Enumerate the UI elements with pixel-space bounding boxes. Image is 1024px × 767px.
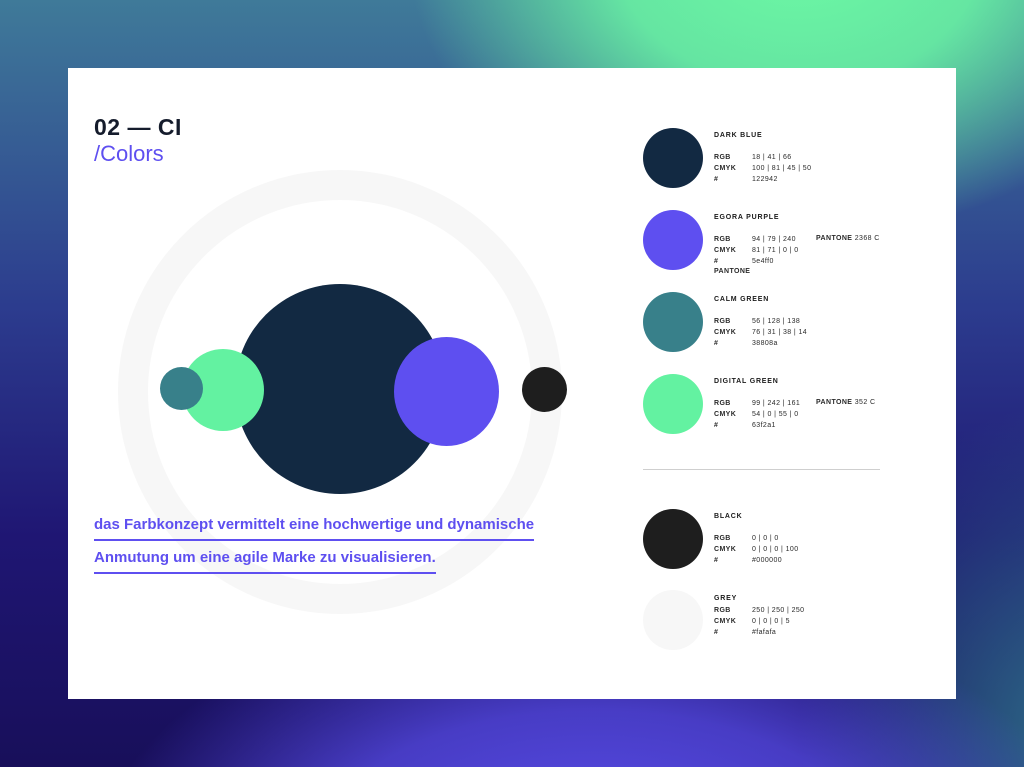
hex-label: # <box>714 258 719 265</box>
cmyk-label: CMYK <box>714 411 737 418</box>
cmyk-label: CMYK <box>714 546 737 553</box>
cmyk-value: 100 | 81 | 45 | 50 <box>752 165 812 172</box>
hex-value: #000000 <box>752 557 783 564</box>
black-planet <box>522 367 567 412</box>
palette-divider <box>643 469 880 470</box>
cmyk-value: 76 | 31 | 38 | 14 <box>752 329 808 336</box>
hex-value: #fafafa <box>752 629 777 636</box>
tagline-line-1: das Farbkonzept vermittelt eine hochwert… <box>94 516 535 541</box>
calm-green-planet <box>160 367 203 410</box>
pantone-label: PANTONE <box>816 235 853 242</box>
color-name: GREY <box>714 595 738 602</box>
cmyk-label: CMYK <box>714 329 737 336</box>
hex-value: 38808a <box>752 340 778 347</box>
cmyk-value: 81 | 71 | 0 | 0 <box>752 247 799 254</box>
hex-label: # <box>714 629 719 636</box>
swatch-dark-blue <box>643 128 703 188</box>
entry-dark-blue: DARK BLUE RGB 18 | 41 | 66 CMYK 100 | 81 |… <box>714 132 914 192</box>
entry-digital-green: DIGITAL GREEN RGB 99 | 242 | 161 PANTONE … <box>714 378 914 438</box>
swatch-black <box>643 509 703 569</box>
rgb-label: RGB <box>714 535 731 542</box>
entry-egora-purple: EGORA PURPLE RGB 94 | 79 | 240 PANTONE 23… <box>714 214 914 280</box>
tagline-line-2: Anmutung um eine agile Marke zu visualis… <box>94 549 436 574</box>
entry-grey: GREY RGB 250 | 250 | 250 CMYK 0 | 0 | 0 | … <box>714 595 914 655</box>
swatch-grey <box>643 590 703 650</box>
pantone-sub-label: PANTONE <box>714 268 751 275</box>
rgb-label: RGB <box>714 154 731 161</box>
pantone-label: PANTONE <box>816 399 853 406</box>
color-name: DIGITAL GREEN <box>714 378 779 385</box>
cmyk-label: CMYK <box>714 165 737 172</box>
cmyk-value: 0 | 0 | 0 | 5 <box>752 618 790 625</box>
swatch-digital-green <box>643 374 703 434</box>
rgb-value: 56 | 128 | 138 <box>752 318 801 325</box>
entry-calm-green: CALM GREEN RGB 56 | 128 | 138 CMYK 76 | 31… <box>714 296 914 356</box>
tagline: das Farbkonzept vermittelt eine hochwert… <box>94 516 554 582</box>
hex-value: 122942 <box>752 176 778 183</box>
page-title: 02 — CI <box>94 114 182 140</box>
entry-black: BLACK RGB 0 | 0 | 0 CMYK 0 | 0 | 0 | 100 #… <box>714 513 914 573</box>
hex-value: 63f2a1 <box>752 422 776 429</box>
pantone: PANTONE 2368 C <box>816 235 880 242</box>
cmyk-label: CMYK <box>714 618 737 625</box>
rgb-label: RGB <box>714 607 731 614</box>
cmyk-value: 0 | 0 | 0 | 100 <box>752 546 799 553</box>
hex-label: # <box>714 422 719 429</box>
rgb-value: 250 | 250 | 250 <box>752 607 805 614</box>
rgb-value: 0 | 0 | 0 <box>752 535 779 542</box>
swatch-egora-purple <box>643 210 703 270</box>
purple-planet <box>394 337 499 446</box>
hex-label: # <box>714 340 719 347</box>
rgb-value: 18 | 41 | 66 <box>752 154 792 161</box>
hex-value: 5e4ff0 <box>752 258 774 265</box>
cmyk-value: 54 | 0 | 55 | 0 <box>752 411 799 418</box>
color-name: CALM GREEN <box>714 296 770 303</box>
rgb-label: RGB <box>714 236 731 243</box>
swatch-calm-green <box>643 292 703 352</box>
rgb-value: 94 | 79 | 240 <box>752 236 796 243</box>
page-subtitle: /Colors <box>94 141 164 166</box>
presentation-slide: 02 — CI /Colors das Farbkonzept vermitte… <box>68 68 956 699</box>
color-name: DARK BLUE <box>714 132 763 139</box>
hex-label: # <box>714 557 719 564</box>
pantone-value: 352 C <box>854 399 876 406</box>
rgb-value: 99 | 242 | 161 <box>752 400 801 407</box>
pantone: PANTONE 352 C <box>816 399 875 406</box>
rgb-label: RGB <box>714 400 731 407</box>
pantone-value: 2368 C <box>854 235 880 242</box>
hex-label: # <box>714 176 719 183</box>
cmyk-label: CMYK <box>714 247 737 254</box>
color-name: BLACK <box>714 513 743 520</box>
rgb-label: RGB <box>714 318 731 325</box>
color-name: EGORA PURPLE <box>714 214 780 221</box>
